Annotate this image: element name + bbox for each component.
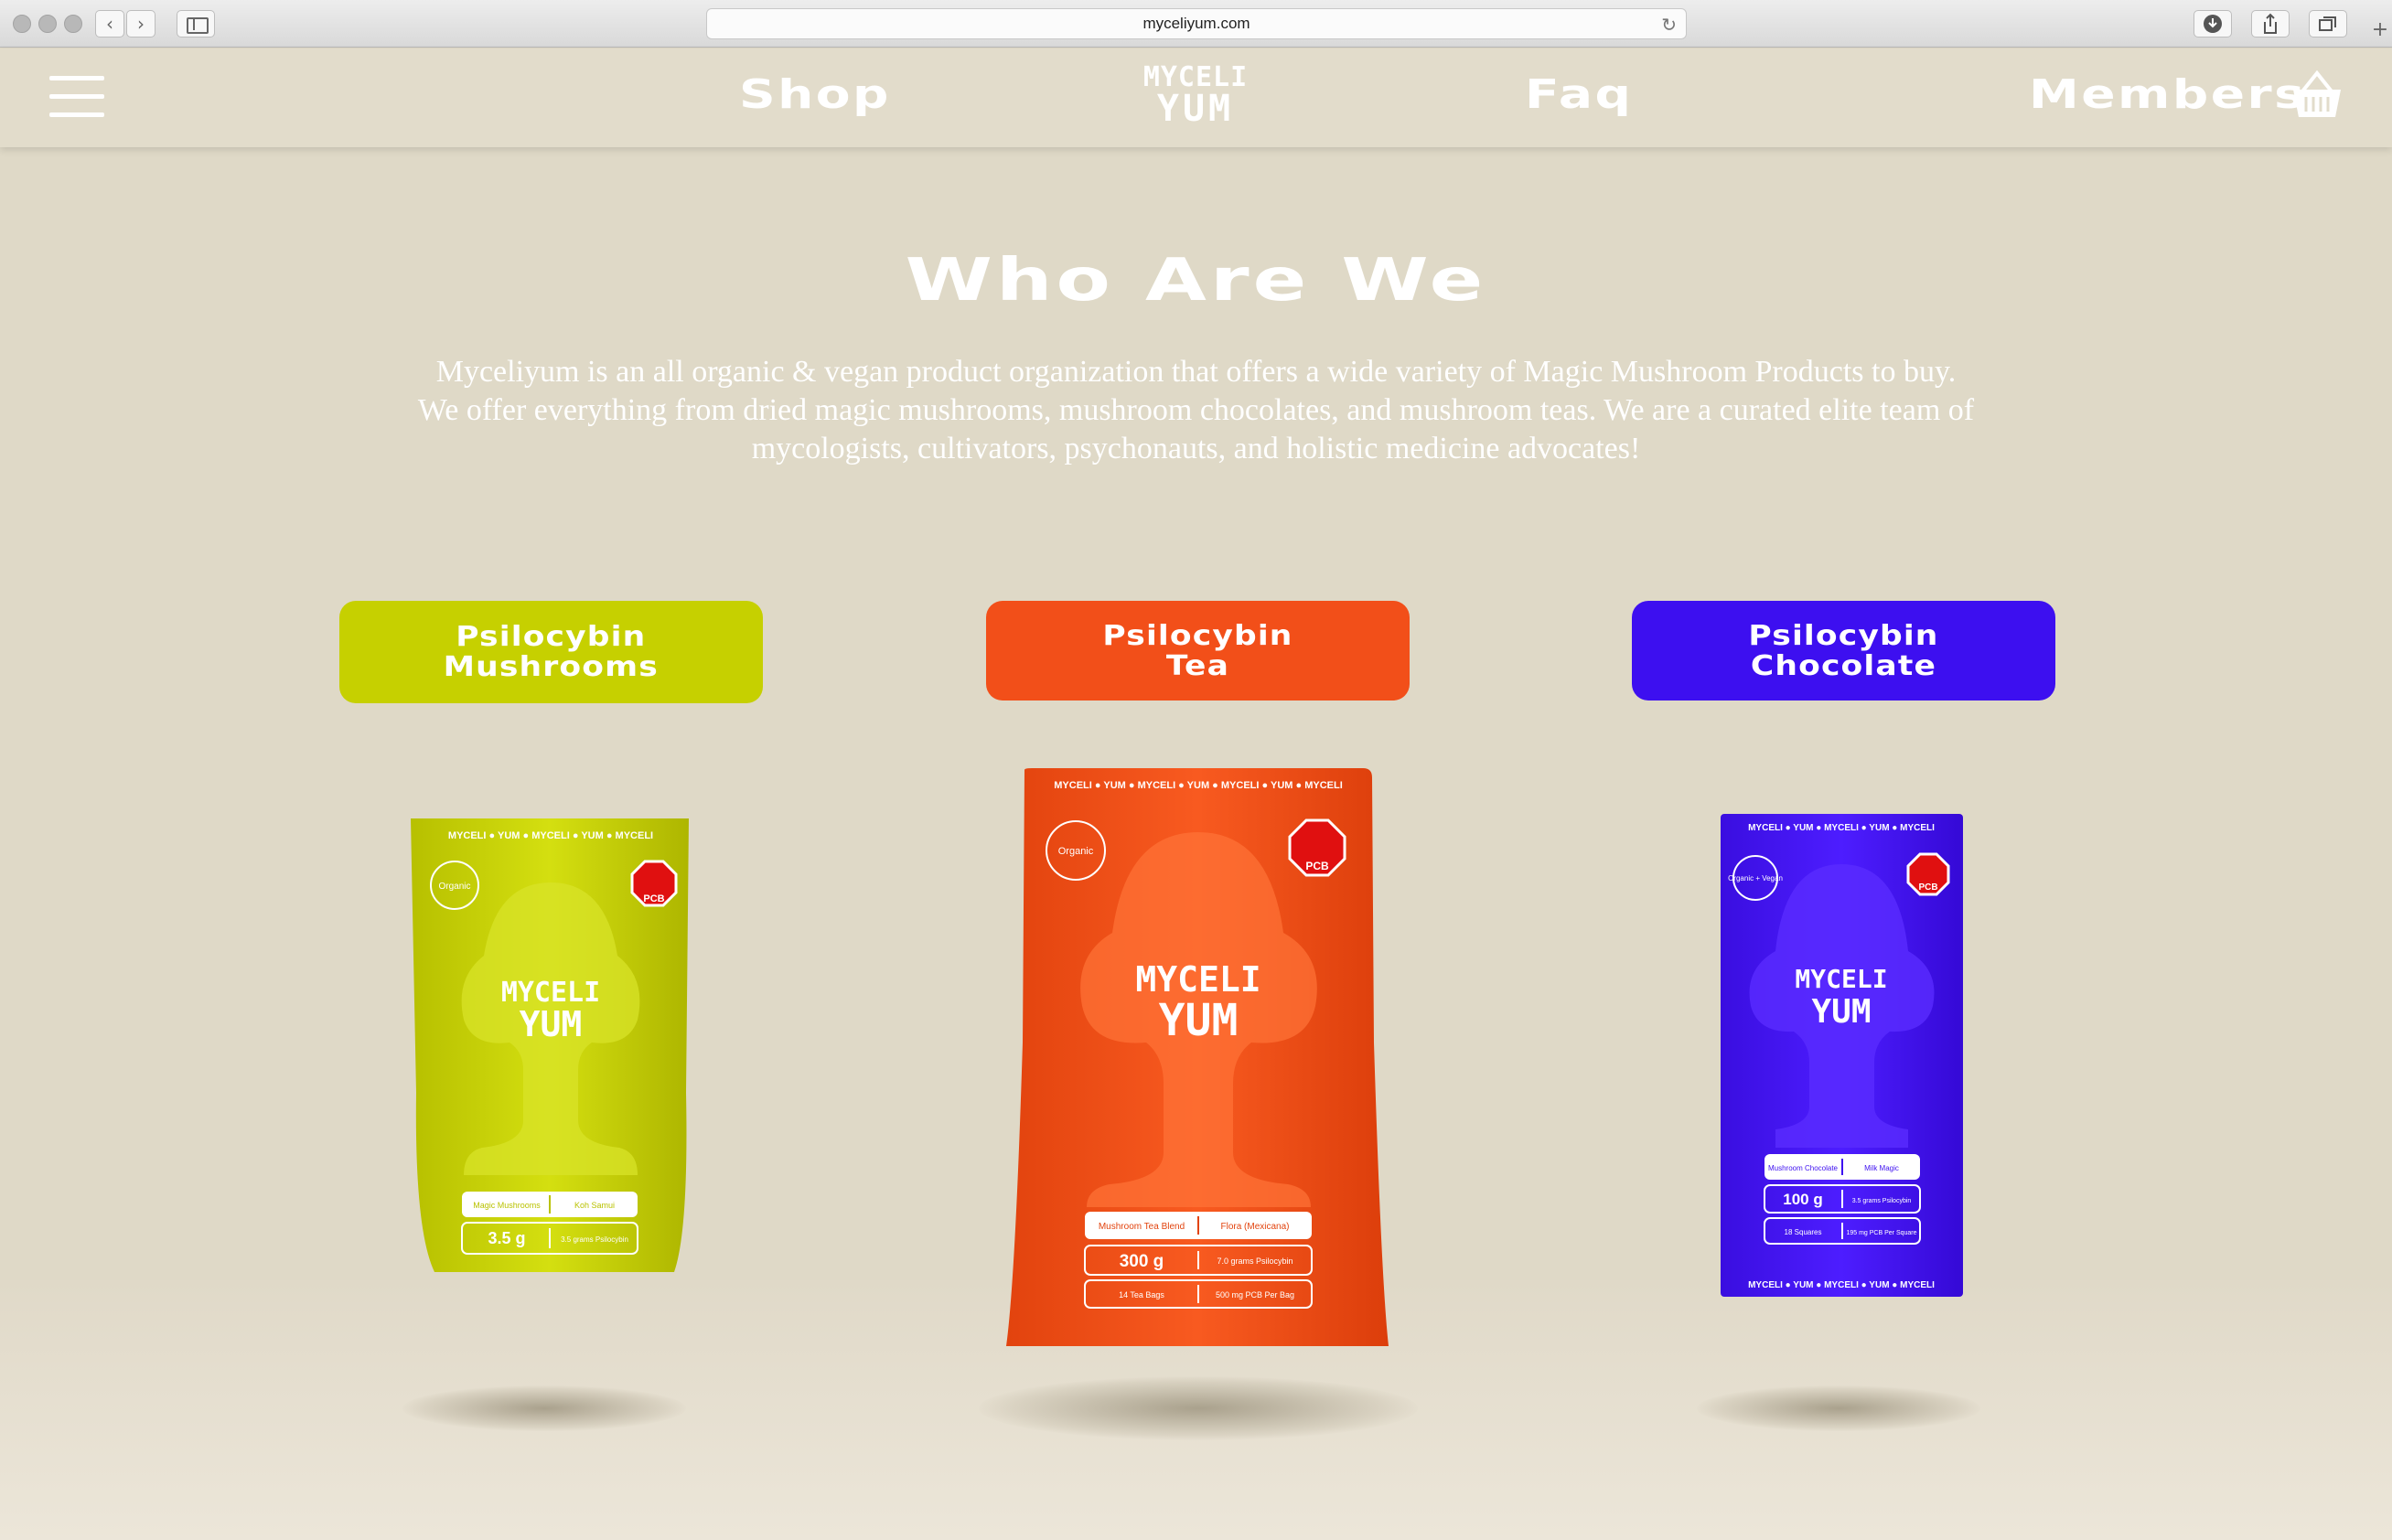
- nav-faq-link[interactable]: Faq: [1525, 71, 1633, 118]
- svg-text:PCB: PCB: [1918, 882, 1937, 893]
- svg-text:YUM: YUM: [520, 1004, 583, 1044]
- minimize-window-button[interactable]: [38, 15, 57, 33]
- svg-text:Organic: Organic: [438, 882, 470, 892]
- package-band-bottom-text: MYCELI ● YUM ● MYCELI ● YUM ● MYCELI: [1748, 1280, 1935, 1290]
- nav-members-link[interactable]: Members: [2029, 71, 2306, 118]
- svg-text:YUM: YUM: [1159, 995, 1239, 1046]
- svg-text:Mushroom Tea Blend: Mushroom Tea Blend: [1099, 1222, 1185, 1232]
- svg-text:3.5 g: 3.5 g: [488, 1229, 525, 1247]
- share-button[interactable]: [2251, 10, 2290, 37]
- svg-text:Magic Mushrooms: Magic Mushrooms: [473, 1201, 541, 1210]
- intro-line-2: We offer everything from dried magic mus…: [417, 393, 1975, 427]
- package-band-text: MYCELI ● YUM ● MYCELI ● YUM ● MYCELI: [448, 830, 653, 841]
- section-title: Who Are We: [905, 247, 1487, 315]
- hamburger-menu-icon[interactable]: [49, 76, 104, 118]
- chocolate-shadow: [1697, 1385, 1980, 1431]
- category-chocolate-button[interactable]: Psilocybin Chocolate: [1632, 601, 2055, 700]
- svg-text:3.5 grams Psilocybin: 3.5 grams Psilocybin: [1852, 1198, 1912, 1204]
- svg-text:PCB: PCB: [1305, 860, 1329, 872]
- sidebar-toggle-button[interactable]: [177, 10, 215, 37]
- svg-text:Milk Magic: Milk Magic: [1864, 1164, 1899, 1172]
- site-header: Shop MYCELI YUM Faq Members: [0, 48, 2392, 147]
- svg-text:3.5 grams Psilocybin: 3.5 grams Psilocybin: [561, 1235, 628, 1244]
- zoom-window-button[interactable]: [64, 15, 82, 33]
- category-mushrooms-button[interactable]: Psilocybin Mushrooms: [339, 601, 763, 703]
- new-tab-button[interactable]: +: [2368, 18, 2392, 48]
- package-band-text: MYCELI ● YUM ● MYCELI ● YUM ● MYCELI: [1748, 823, 1935, 833]
- intro-line-1: Myceliyum is an all organic & vegan prod…: [435, 355, 1957, 389]
- svg-text:Organic + Vegan: Organic + Vegan: [1728, 874, 1783, 882]
- category-tea-button[interactable]: Psilocybin Tea: [986, 601, 1410, 700]
- intro-paragraph: Myceliyum is an all organic & vegan prod…: [402, 353, 1990, 468]
- tea-shadow: [979, 1376, 1418, 1440]
- svg-text:Mushroom Chocolate: Mushroom Chocolate: [1768, 1164, 1839, 1172]
- svg-text:MYCELI: MYCELI: [1795, 964, 1887, 994]
- logo-line-2: YUM: [1156, 88, 1235, 130]
- chocolate-package-image[interactable]: MYCELI ● YUM ● MYCELI ● YUM ● MYCELI MYC…: [1721, 814, 1963, 1297]
- plus-icon: +: [2371, 18, 2389, 41]
- svg-text:MYCELI: MYCELI: [1135, 959, 1260, 1000]
- package-band-text: MYCELI ● YUM ● MYCELI ● YUM ● MYCELI ● Y…: [1054, 780, 1343, 791]
- tabs-button[interactable]: [2309, 10, 2347, 37]
- chevron-right-icon: ›: [137, 13, 145, 35]
- svg-text:YUM: YUM: [1811, 993, 1871, 1031]
- svg-text:PCB: PCB: [643, 893, 664, 904]
- svg-text:195 mg PCB Per Square: 195 mg PCB Per Square: [1846, 1230, 1916, 1236]
- reload-icon[interactable]: ↻: [1661, 14, 1677, 37]
- svg-text:Flora (Mexicana): Flora (Mexicana): [1220, 1222, 1289, 1232]
- svg-text:Koh Samui: Koh Samui: [574, 1201, 615, 1210]
- svg-text:14 Tea Bags: 14 Tea Bags: [1119, 1290, 1164, 1299]
- tea-package-image[interactable]: MYCELI ● YUM ● MYCELI ● YUM ● MYCELI ● Y…: [1004, 768, 1392, 1346]
- download-icon: [2204, 15, 2222, 33]
- svg-text:500 mg PCB Per Bag: 500 mg PCB Per Bag: [1216, 1290, 1294, 1299]
- close-window-button[interactable]: [13, 15, 31, 33]
- share-icon: [2264, 13, 2277, 34]
- forward-button[interactable]: ›: [126, 10, 156, 37]
- intro-line-3: mycologists, cultivators, psychonauts, a…: [751, 432, 1641, 465]
- nav-shop-link[interactable]: Shop: [739, 71, 891, 118]
- svg-text:100 g: 100 g: [1783, 1191, 1822, 1208]
- back-button[interactable]: ‹: [95, 10, 124, 37]
- browser-toolbar: ‹ › myceliyum.com ↻ +: [0, 0, 2392, 48]
- url-text: myceliyum.com: [1142, 15, 1250, 32]
- mushrooms-package-image[interactable]: MYCELI ● YUM ● MYCELI ● YUM ● MYCELI Org…: [409, 818, 692, 1272]
- mushrooms-shadow: [402, 1385, 686, 1431]
- svg-text:300 g: 300 g: [1120, 1252, 1164, 1271]
- download-button[interactable]: [2194, 10, 2232, 37]
- chevron-left-icon: ‹: [106, 13, 113, 35]
- svg-text:7.0 grams Psilocybin: 7.0 grams Psilocybin: [1217, 1257, 1293, 1266]
- tabs-icon: [2319, 16, 2336, 31]
- svg-text:Organic: Organic: [1058, 846, 1094, 857]
- site-logo[interactable]: MYCELI YUM: [1127, 62, 1264, 128]
- svg-text:18 Squares: 18 Squares: [1785, 1228, 1822, 1236]
- basket-icon[interactable]: [2290, 70, 2344, 121]
- address-bar[interactable]: myceliyum.com ↻: [706, 8, 1687, 39]
